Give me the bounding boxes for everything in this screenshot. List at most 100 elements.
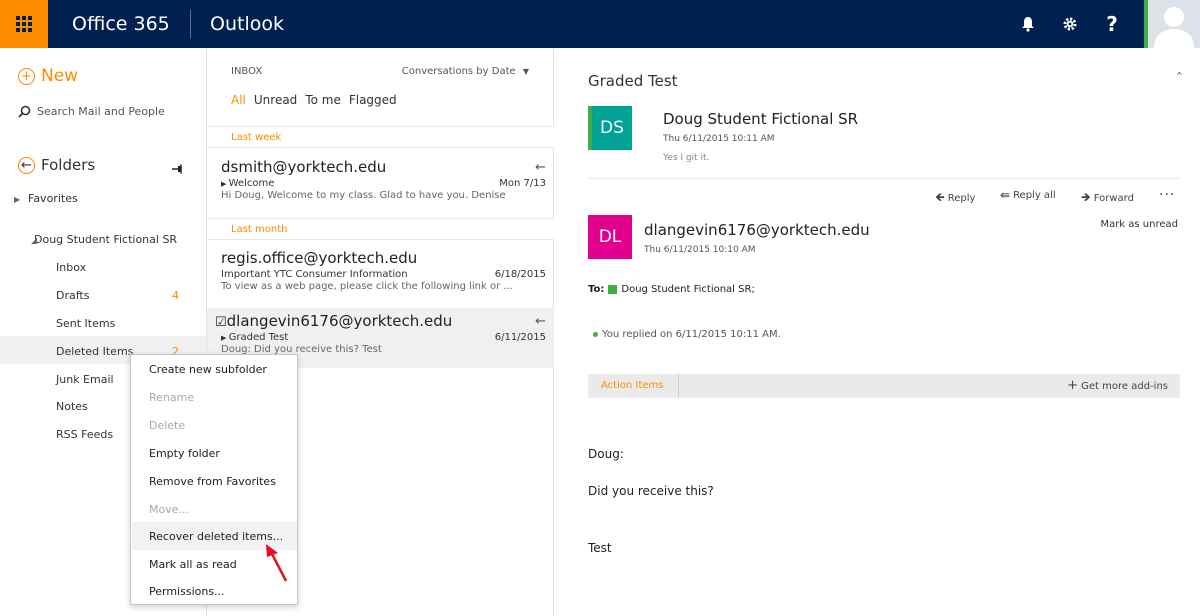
app-title[interactable]: Outlook bbox=[210, 0, 284, 48]
reply-button[interactable]: 🡸 Reply bbox=[935, 188, 975, 209]
folder-inbox[interactable]: Inbox bbox=[56, 261, 86, 274]
more-actions-button[interactable]: ... bbox=[1159, 183, 1175, 199]
folder-drafts[interactable]: Drafts bbox=[56, 289, 89, 302]
reply-label: Reply bbox=[947, 193, 976, 204]
sender-text: dlangevin6176@yorktech.edu bbox=[226, 312, 453, 330]
forward-label: Forward bbox=[1093, 193, 1134, 204]
menu-mark-all-as-read[interactable]: Mark all as read bbox=[149, 558, 237, 571]
second-message-sender[interactable]: dlangevin6176@yorktech.edu bbox=[644, 221, 870, 239]
message-date: Mon 7/13 bbox=[499, 178, 546, 189]
favorites-header[interactable]: ▶ Favorites bbox=[14, 192, 78, 205]
user-avatar-icon bbox=[1154, 7, 1194, 48]
message-subject: Important YTC Consumer Information bbox=[221, 269, 408, 280]
filter-flagged[interactable]: Flagged bbox=[349, 93, 397, 107]
checkbox-checked-icon[interactable]: ☑ bbox=[215, 315, 227, 330]
group-header-last-month: Last month bbox=[207, 218, 554, 240]
new-button[interactable]: + New bbox=[18, 66, 78, 86]
first-message-preview: Yes I git it. bbox=[663, 153, 710, 163]
filter-unread[interactable]: Unread bbox=[254, 93, 297, 107]
divider bbox=[588, 178, 1180, 179]
reading-pane: Graded Test ⌃ DS Doug Student Fictional … bbox=[555, 48, 1200, 616]
folder-deleted-items[interactable]: Deleted Items bbox=[56, 345, 133, 358]
message-subject: ▶ Welcome bbox=[221, 178, 275, 189]
first-message-sender[interactable]: Doug Student Fictional SR bbox=[663, 110, 858, 128]
sender-tile-dl: DL bbox=[588, 215, 632, 259]
new-label: New bbox=[41, 66, 79, 86]
reply-arrow-icon: 🡸 bbox=[935, 190, 945, 204]
waffle-icon bbox=[16, 16, 32, 32]
second-message-date: Thu 6/11/2015 10:10 AM bbox=[644, 245, 756, 255]
get-more-addins-button[interactable]: + Get more add-ins bbox=[1067, 374, 1168, 399]
subject-text: Graded Test bbox=[228, 332, 289, 343]
replied-arrow-icon: ← bbox=[535, 314, 546, 329]
menu-empty-folder[interactable]: Empty folder bbox=[149, 447, 220, 460]
menu-permissions[interactable]: Permissions... bbox=[149, 585, 225, 598]
avatar[interactable] bbox=[1144, 0, 1200, 48]
message-item[interactable]: regis.office@yorktech.edu Important YTC … bbox=[207, 249, 554, 301]
replied-text: You replied on 6/11/2015 10:11 AM. bbox=[602, 329, 781, 340]
green-dot-icon bbox=[593, 332, 598, 337]
folder-notes[interactable]: Notes bbox=[56, 400, 88, 413]
forward-arrow-icon: 🡺 bbox=[1081, 190, 1091, 204]
search-icon bbox=[18, 105, 31, 118]
folders-header[interactable]: ← Folders bbox=[18, 156, 95, 174]
recipient-name[interactable]: Doug Student Fictional SR; bbox=[621, 284, 754, 295]
folder-junk-email[interactable]: Junk Email bbox=[56, 373, 114, 386]
filter-tabs: All Unread To me Flagged bbox=[231, 93, 397, 107]
to-label: To: bbox=[588, 284, 605, 295]
plus-circle-icon: + bbox=[18, 67, 35, 85]
menu-create-subfolder[interactable]: Create new subfolder bbox=[149, 363, 267, 376]
message-sender: dsmith@yorktech.edu bbox=[221, 158, 387, 176]
folder-title: INBOX bbox=[231, 66, 263, 77]
message-preview: To view as a web page, please click the … bbox=[221, 281, 513, 292]
favorites-label: Favorites bbox=[28, 192, 78, 205]
collapse-circle-icon: ← bbox=[18, 156, 35, 174]
folder-sent-items[interactable]: Sent Items bbox=[56, 317, 115, 330]
message-preview: Hi Doug, Welcome to my class. Glad to ha… bbox=[221, 190, 506, 201]
filter-all[interactable]: All bbox=[231, 93, 246, 107]
message-sender: ☑dlangevin6176@yorktech.edu bbox=[215, 312, 452, 330]
body-signoff: Test bbox=[588, 541, 612, 555]
message-item[interactable]: dsmith@yorktech.edu ← ▶ Welcome Mon 7/13… bbox=[207, 158, 554, 210]
reply-all-arrow-icon: ⇚ bbox=[1000, 188, 1011, 202]
message-sender: regis.office@yorktech.edu bbox=[221, 249, 418, 267]
group-header-last-week: Last week bbox=[207, 126, 554, 148]
body-question: Did you receive this? bbox=[588, 484, 714, 498]
replied-note: You replied on 6/11/2015 10:11 AM. bbox=[593, 329, 781, 340]
account-label: Doug Student Fictional SR bbox=[34, 233, 178, 246]
help-button[interactable]: ? bbox=[1094, 0, 1130, 48]
menu-rename[interactable]: Rename bbox=[149, 391, 194, 404]
gear-icon bbox=[1063, 17, 1077, 31]
collapse-up-icon[interactable]: ⌃ bbox=[1175, 70, 1184, 83]
body-greeting: Doug: bbox=[588, 447, 624, 461]
header-divider bbox=[190, 10, 191, 38]
action-items-tab[interactable]: Action Items bbox=[588, 374, 679, 398]
app-launcher-button[interactable] bbox=[0, 0, 48, 48]
brand-title[interactable]: Office 365 bbox=[72, 0, 170, 48]
pin-icon[interactable] bbox=[172, 164, 184, 174]
folder-rss-feeds[interactable]: RSS Feeds bbox=[56, 428, 113, 441]
reply-all-button[interactable]: ⇚ Reply all bbox=[1000, 188, 1056, 202]
forward-button[interactable]: 🡺 Forward bbox=[1081, 188, 1134, 209]
conversation-title: Graded Test bbox=[588, 72, 678, 90]
sender-tile-ds: DS bbox=[588, 106, 632, 150]
sort-dropdown[interactable]: Conversations by Date ▼ bbox=[402, 66, 529, 77]
expand-triangle-icon: ▶ bbox=[14, 195, 21, 204]
menu-delete[interactable]: Delete bbox=[149, 419, 185, 432]
folders-label: Folders bbox=[41, 156, 96, 174]
menu-move[interactable]: Move... bbox=[149, 503, 189, 516]
notifications-button[interactable] bbox=[1010, 0, 1046, 48]
subject-text: Welcome bbox=[228, 178, 275, 189]
menu-recover-deleted-items[interactable]: Recover deleted items... bbox=[149, 530, 283, 543]
help-icon: ? bbox=[1106, 12, 1118, 36]
replied-arrow-icon: ← bbox=[535, 160, 546, 175]
red-pointer-arrow-icon bbox=[266, 544, 288, 582]
menu-remove-from-favorites[interactable]: Remove from Favorites bbox=[149, 475, 276, 488]
account-header[interactable]: Doug Student Fictional SR bbox=[34, 233, 177, 246]
addins-bar: Action Items + Get more add-ins bbox=[588, 374, 1180, 398]
mark-as-unread-link[interactable]: Mark as unread bbox=[1100, 219, 1178, 230]
search-box[interactable]: Search Mail and People bbox=[18, 105, 165, 118]
presence-square-icon bbox=[608, 285, 618, 294]
settings-button[interactable] bbox=[1052, 0, 1088, 48]
filter-to-me[interactable]: To me bbox=[305, 93, 341, 107]
